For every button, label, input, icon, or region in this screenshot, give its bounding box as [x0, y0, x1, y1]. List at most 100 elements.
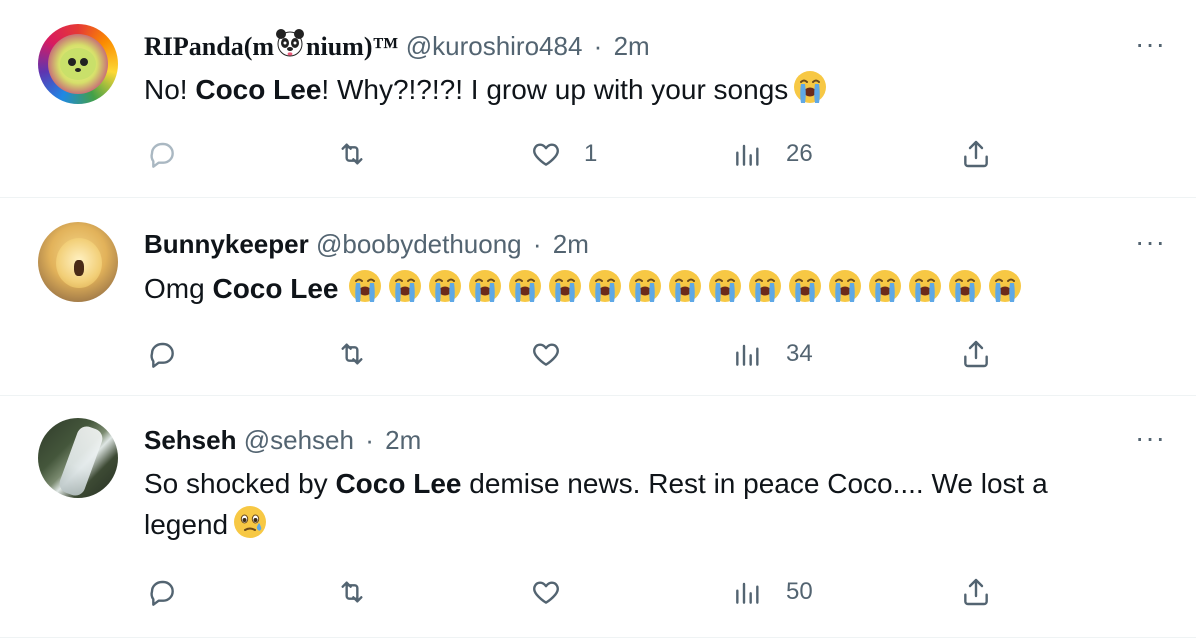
avatar-chick-mouth — [74, 260, 84, 276]
loudly-crying-face-emoji — [627, 268, 663, 304]
timestamp[interactable]: 2m — [385, 425, 421, 455]
retweet-icon — [336, 576, 368, 608]
emoji-group — [339, 270, 1023, 304]
views-button[interactable]: 34 — [732, 334, 813, 374]
view-count: 34 — [786, 340, 813, 367]
tweet-header: RIPanda(m nium)™ @kuroshiro484 · 2m — [144, 27, 1166, 63]
share-icon — [960, 138, 992, 170]
loudly-crying-face-emoji — [987, 268, 1023, 304]
reply-icon — [146, 576, 178, 608]
like-button[interactable] — [530, 572, 562, 612]
tweet-body: Bunnykeeper @boobydethuong · 2m Omg Coco… — [144, 226, 1166, 309]
retweet-button[interactable] — [336, 334, 368, 374]
face-holding-back-tears-emoji — [232, 504, 268, 540]
share-icon — [960, 338, 992, 370]
retweet-button[interactable] — [336, 134, 368, 174]
loudly-crying-face-emoji — [947, 268, 983, 304]
timestamp[interactable]: 2m — [614, 31, 650, 61]
views-icon — [732, 576, 764, 608]
share-icon — [960, 576, 992, 608]
separator: · — [532, 229, 542, 259]
more-icon[interactable]: ··· — [1135, 424, 1166, 452]
loudly-crying-face-emoji — [427, 268, 463, 304]
display-name[interactable]: Sehseh — [144, 425, 237, 455]
avatar[interactable] — [38, 418, 118, 498]
like-button[interactable] — [530, 334, 562, 374]
text-part: ! Why?!?!?! I grow up with your songs — [321, 74, 789, 105]
display-name-part: RIPanda(m — [144, 32, 275, 61]
avatar[interactable] — [38, 222, 118, 302]
retweet-button[interactable] — [336, 572, 368, 612]
reply-button[interactable] — [146, 572, 178, 612]
like-icon — [530, 338, 562, 370]
avatar-panda-face — [60, 48, 96, 80]
share-button[interactable] — [960, 134, 992, 174]
loudly-crying-face-emoji — [827, 268, 863, 304]
views-button[interactable]: 50 — [732, 572, 813, 612]
timestamp[interactable]: 2m — [553, 229, 589, 259]
loudly-crying-face-emoji — [907, 268, 943, 304]
text-part: So shocked by — [144, 468, 336, 499]
display-name-part: nium)™ — [306, 32, 399, 61]
share-button[interactable] — [960, 572, 992, 612]
like-count: 1 — [584, 140, 598, 167]
like-button[interactable]: 1 — [530, 134, 597, 174]
loudly-crying-face-emoji — [467, 268, 503, 304]
tweet-body: Sehseh @sehseh · 2m So shocked by Coco L… — [144, 422, 1166, 545]
share-button[interactable] — [960, 334, 992, 374]
display-name[interactable]: Bunnykeeper — [144, 229, 309, 259]
reply-icon — [146, 138, 178, 170]
handle[interactable]: @kuroshiro484 — [406, 31, 583, 61]
loudly-crying-face-emoji — [792, 69, 828, 105]
display-name[interactable]: RIPanda(m nium)™ — [144, 29, 399, 61]
loudly-crying-face-emoji — [707, 268, 743, 304]
tweet[interactable]: Sehseh @sehseh · 2m So shocked by Coco L… — [0, 396, 1196, 638]
emoji-group — [228, 506, 268, 540]
view-count: 50 — [786, 578, 813, 605]
emoji-group — [788, 71, 828, 105]
views-icon — [732, 138, 764, 170]
avatar-waterfall — [56, 423, 106, 498]
tweet-text: So shocked by Coco Lee demise news. Rest… — [144, 464, 1134, 545]
loudly-crying-face-emoji — [667, 268, 703, 304]
highlighted-keyword: Coco Lee — [212, 273, 339, 304]
tweet-actions: 1 26 — [144, 134, 1166, 174]
loudly-crying-face-emoji — [787, 268, 823, 304]
retweet-icon — [336, 138, 368, 170]
separator: · — [365, 425, 374, 455]
reply-button[interactable] — [146, 334, 178, 374]
handle[interactable]: @boobydethuong — [316, 229, 522, 259]
tweet[interactable]: RIPanda(m nium)™ @kuroshiro484 · 2m No! C… — [0, 0, 1196, 198]
avatar[interactable] — [38, 24, 118, 104]
reply-button[interactable] — [146, 134, 178, 174]
tweet-actions: 34 — [144, 334, 1166, 374]
tweet-text: Omg Coco Lee — [144, 268, 1166, 309]
separator: · — [593, 31, 603, 61]
highlighted-keyword: Coco Lee — [195, 74, 322, 105]
loudly-crying-face-emoji — [747, 268, 783, 304]
tweet[interactable]: Bunnykeeper @boobydethuong · 2m Omg Coco… — [0, 198, 1196, 396]
loudly-crying-face-emoji — [587, 268, 623, 304]
view-count: 26 — [786, 140, 813, 167]
retweet-icon — [336, 338, 368, 370]
like-icon — [530, 576, 562, 608]
loudly-crying-face-emoji — [507, 268, 543, 304]
text-part: Omg — [144, 273, 213, 304]
tweet-body: RIPanda(m nium)™ @kuroshiro484 · 2m No! C… — [144, 27, 1166, 110]
loudly-crying-face-emoji — [867, 268, 903, 304]
more-icon[interactable]: ··· — [1135, 30, 1166, 58]
handle[interactable]: @sehseh — [244, 425, 354, 455]
panda-emoji — [274, 27, 306, 59]
highlighted-keyword: Coco Lee — [335, 468, 462, 499]
tweet-feed: RIPanda(m nium)™ @kuroshiro484 · 2m No! C… — [0, 0, 1196, 638]
loudly-crying-face-emoji — [387, 268, 423, 304]
views-icon — [732, 338, 764, 370]
reply-icon — [146, 338, 178, 370]
like-icon — [530, 138, 562, 170]
tweet-header: Bunnykeeper @boobydethuong · 2m — [144, 226, 1166, 262]
views-button[interactable]: 26 — [732, 134, 813, 174]
more-icon[interactable]: ··· — [1135, 228, 1166, 256]
text-part: No! — [144, 74, 196, 105]
loudly-crying-face-emoji — [347, 268, 383, 304]
loudly-crying-face-emoji — [547, 268, 583, 304]
